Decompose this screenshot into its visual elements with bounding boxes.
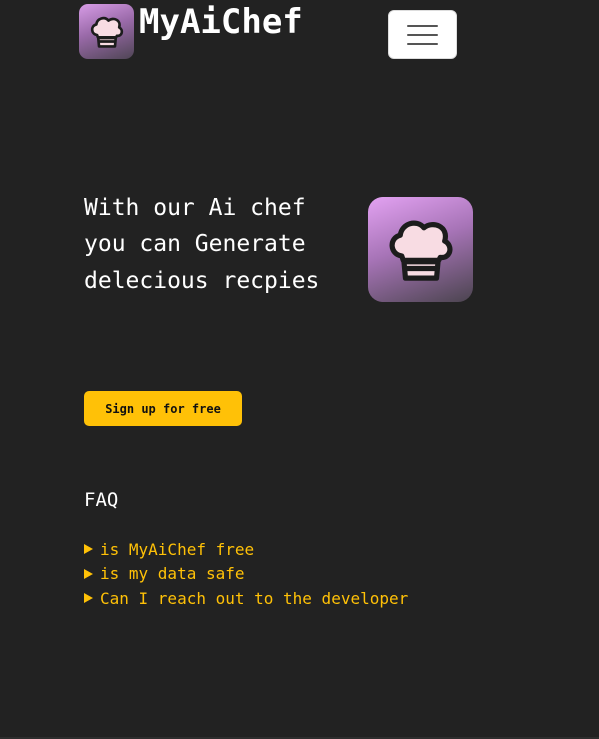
faq-list: is MyAiChef free is my data safe Can I r…	[84, 537, 408, 611]
faq-item[interactable]: Can I reach out to the developer	[84, 586, 408, 611]
disclosure-triangle-icon	[84, 568, 93, 579]
signup-button[interactable]: Sign up for free	[84, 391, 242, 426]
menu-toggle-button[interactable]	[388, 10, 457, 59]
faq-item-label: is MyAiChef free	[100, 539, 255, 559]
hero-title: With our Ai chef you can Generate deleci…	[84, 195, 320, 294]
site-header: MyAiChef	[79, 2, 303, 59]
hamburger-menu-icon-bar	[407, 42, 438, 45]
chef-hat-icon	[389, 220, 452, 281]
faq-item-label: is my data safe	[100, 564, 245, 584]
brand-logo[interactable]	[79, 4, 134, 59]
hamburger-menu-icon-bar	[407, 33, 438, 36]
hero-logo	[368, 197, 473, 302]
chef-hat-icon	[90, 16, 123, 48]
faq-item[interactable]: is MyAiChef free	[84, 537, 408, 562]
brand-name[interactable]: MyAiChef	[139, 2, 303, 42]
disclosure-triangle-icon	[84, 544, 93, 555]
faq-item-label: Can I reach out to the developer	[100, 588, 409, 608]
faq-item[interactable]: is my data safe	[84, 562, 408, 587]
hamburger-menu-icon	[407, 24, 438, 27]
faq-heading: FAQ	[84, 489, 119, 511]
disclosure-triangle-icon	[84, 593, 93, 604]
